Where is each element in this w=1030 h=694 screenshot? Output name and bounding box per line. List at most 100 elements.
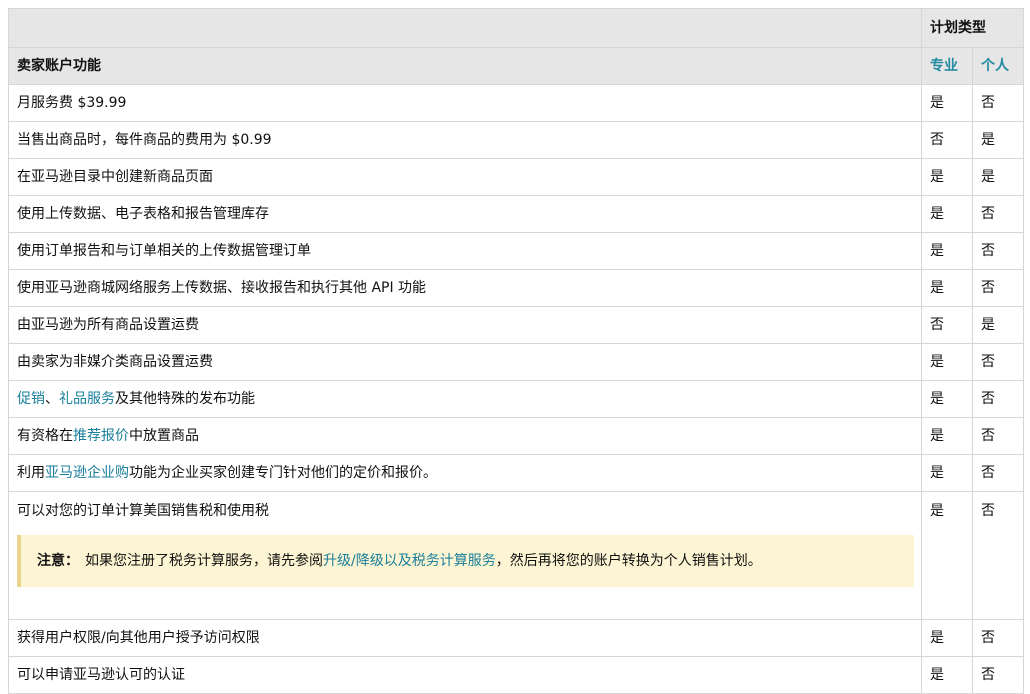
feature-text-segment: ，然后再将您的账户转换为个人销售计划。 [495, 553, 762, 569]
table-row: 使用上传数据、电子表格和报告管理库存 是否 [8, 195, 1024, 233]
feature-text-segment: 及其他特殊的发布功能 [115, 391, 255, 407]
individual-value-cell: 是 [972, 158, 1024, 196]
individual-value-cell: 否 [972, 232, 1024, 270]
feature-cell: 可以对您的订单计算美国销售税和使用税注意： 如果您注册了税务计算服务，请先参阅升级… [8, 491, 922, 620]
feature-cell: 获得用户权限/向其他用户授予访问权限 [8, 619, 922, 657]
feature-cell: 使用上传数据、电子表格和报告管理库存 [8, 195, 922, 233]
individual-value-cell: 是 [972, 121, 1024, 159]
pro-value-cell: 是 [921, 417, 973, 455]
individual-value-cell: 否 [972, 491, 1024, 620]
header-row-plan-type: 计划类型 [8, 8, 1024, 48]
feature-label: 使用亚马逊商城网络服务上传数据、接收报告和执行其他 API 功能 [17, 278, 913, 298]
feature-text-segment: 有资格在 [17, 428, 73, 444]
feature-cell: 可以申请亚马逊认可的认证 [8, 656, 922, 694]
table-row: 当售出商品时，每件商品的费用为 $0.99 否是 [8, 121, 1024, 159]
feature-label: 可以对您的订单计算美国销售税和使用税 [17, 492, 913, 521]
individual-plan-header[interactable]: 个人 [972, 47, 1024, 85]
feature-text-segment: 使用订单报告和与订单相关的上传数据管理订单 [17, 243, 311, 259]
pro-value-cell: 是 [921, 454, 973, 492]
pro-value-cell: 是 [921, 232, 973, 270]
feature-cell: 促销、礼品服务及其他特殊的发布功能 [8, 380, 922, 418]
individual-plan-link[interactable]: 个人 [981, 58, 1009, 74]
header-blank-cell [8, 8, 922, 48]
feature-label: 使用订单报告和与订单相关的上传数据管理订单 [17, 241, 913, 261]
feature-cell: 由卖家为非媒介类商品设置运费 [8, 343, 922, 381]
feature-cell: 使用订单报告和与订单相关的上传数据管理订单 [8, 232, 922, 270]
table-row: 有资格在推荐报价中放置商品是否 [8, 417, 1024, 455]
inline-link[interactable]: 礼品服务 [59, 391, 115, 407]
individual-value-cell: 否 [972, 84, 1024, 122]
feature-cell: 在亚马逊目录中创建新商品页面 [8, 158, 922, 196]
table-row: 月服务费 $39.99 是否 [8, 84, 1024, 122]
pro-value-cell: 是 [921, 269, 973, 307]
individual-value-cell: 否 [972, 195, 1024, 233]
table-row: 可以对您的订单计算美国销售税和使用税注意： 如果您注册了税务计算服务，请先参阅升级… [8, 491, 1024, 620]
table-row: 促销、礼品服务及其他特殊的发布功能是否 [8, 380, 1024, 418]
plan-comparison-table: 计划类型 卖家账户功能 专业 个人 月服务费 $39.99 是否当售出商品时，每件… [8, 8, 1024, 694]
pro-value-cell: 是 [921, 343, 973, 381]
feature-cell: 使用亚马逊商城网络服务上传数据、接收报告和执行其他 API 功能 [8, 269, 922, 307]
feature-cell: 当售出商品时，每件商品的费用为 $0.99 [8, 121, 922, 159]
feature-label: 促销、礼品服务及其他特殊的发布功能 [17, 389, 913, 409]
feature-label: 利用亚马逊企业购功能为企业买家创建专门针对他们的定价和报价。 [17, 463, 913, 483]
feature-label: 由亚马逊为所有商品设置运费 [17, 315, 913, 335]
pro-value-cell: 是 [921, 656, 973, 694]
feature-text-segment: 可以对您的订单计算美国销售税和使用税 [17, 503, 269, 519]
individual-value-cell: 是 [972, 306, 1024, 344]
pro-plan-link[interactable]: 专业 [930, 58, 958, 74]
individual-value-cell: 否 [972, 343, 1024, 381]
plan-type-header: 计划类型 [921, 8, 1024, 48]
feature-text-segment: 功能为企业买家创建专门针对他们的定价和报价。 [129, 465, 437, 481]
inline-link[interactable]: 亚马逊企业购 [45, 465, 129, 481]
inline-link[interactable]: 推荐报价 [73, 428, 129, 444]
feature-text-segment: 如果您注册了税务计算服务，请先参阅 [85, 553, 323, 569]
feature-text-segment: 、 [45, 391, 59, 407]
pro-value-cell: 否 [921, 306, 973, 344]
individual-value-cell: 否 [972, 269, 1024, 307]
feature-label: 当售出商品时，每件商品的费用为 $0.99 [17, 130, 913, 150]
feature-text-segment: 使用上传数据、电子表格和报告管理库存 [17, 206, 269, 222]
table-row: 利用亚马逊企业购功能为企业买家创建专门针对他们的定价和报价。是否 [8, 454, 1024, 492]
feature-text-segment: 中放置商品 [129, 428, 199, 444]
table-row: 使用亚马逊商城网络服务上传数据、接收报告和执行其他 API 功能 是否 [8, 269, 1024, 307]
pro-value-cell: 否 [921, 121, 973, 159]
individual-value-cell: 否 [972, 656, 1024, 694]
individual-value-cell: 否 [972, 417, 1024, 455]
feature-label: 在亚马逊目录中创建新商品页面 [17, 167, 913, 187]
feature-label: 使用上传数据、电子表格和报告管理库存 [17, 204, 913, 224]
feature-label: 月服务费 $39.99 [17, 93, 913, 113]
individual-value-cell: 否 [972, 619, 1024, 657]
pro-value-cell: 是 [921, 84, 973, 122]
feature-cell: 有资格在推荐报价中放置商品 [8, 417, 922, 455]
pro-value-cell: 是 [921, 619, 973, 657]
pro-value-cell: 是 [921, 195, 973, 233]
header-row-columns: 卖家账户功能 专业 个人 [8, 47, 1024, 85]
note-label: 注意： [37, 553, 79, 569]
feature-text-segment: 月服务费 $39.99 [17, 95, 127, 111]
feature-text-segment: 由亚马逊为所有商品设置运费 [17, 317, 199, 333]
table-row: 由卖家为非媒介类商品设置运费 是否 [8, 343, 1024, 381]
feature-label: 有资格在推荐报价中放置商品 [17, 426, 913, 446]
pro-plan-header[interactable]: 专业 [921, 47, 973, 85]
feature-label: 可以申请亚马逊认可的认证 [17, 665, 913, 685]
table-body: 月服务费 $39.99 是否当售出商品时，每件商品的费用为 $0.99 否是在亚马逊… [8, 84, 1024, 694]
feature-text-segment: 在亚马逊目录中创建新商品页面 [17, 169, 213, 185]
inline-link[interactable]: 促销 [17, 391, 45, 407]
feature-text-segment: 可以申请亚马逊认可的认证 [17, 667, 185, 683]
individual-value-cell: 否 [972, 380, 1024, 418]
feature-label: 由卖家为非媒介类商品设置运费 [17, 352, 913, 372]
feature-text-segment: 利用 [17, 465, 45, 481]
table-row: 可以申请亚马逊认可的认证 是否 [8, 656, 1024, 694]
feature-column-header: 卖家账户功能 [8, 47, 922, 85]
individual-value-cell: 否 [972, 454, 1024, 492]
inline-link[interactable]: 升级/降级以及税务计算服务 [323, 553, 496, 569]
pro-value-cell: 是 [921, 380, 973, 418]
feature-text-segment: 获得用户权限/向其他用户授予访问权限 [17, 630, 260, 646]
table-row: 获得用户权限/向其他用户授予访问权限 是否 [8, 619, 1024, 657]
feature-cell: 利用亚马逊企业购功能为企业买家创建专门针对他们的定价和报价。 [8, 454, 922, 492]
note-box: 注意： 如果您注册了税务计算服务，请先参阅升级/降级以及税务计算服务，然后再将您的… [17, 535, 914, 587]
table-row: 在亚马逊目录中创建新商品页面 是是 [8, 158, 1024, 196]
feature-text-segment: 使用亚马逊商城网络服务上传数据、接收报告和执行其他 API 功能 [17, 280, 427, 296]
table-row: 由亚马逊为所有商品设置运费 否是 [8, 306, 1024, 344]
pro-value-cell: 是 [921, 158, 973, 196]
